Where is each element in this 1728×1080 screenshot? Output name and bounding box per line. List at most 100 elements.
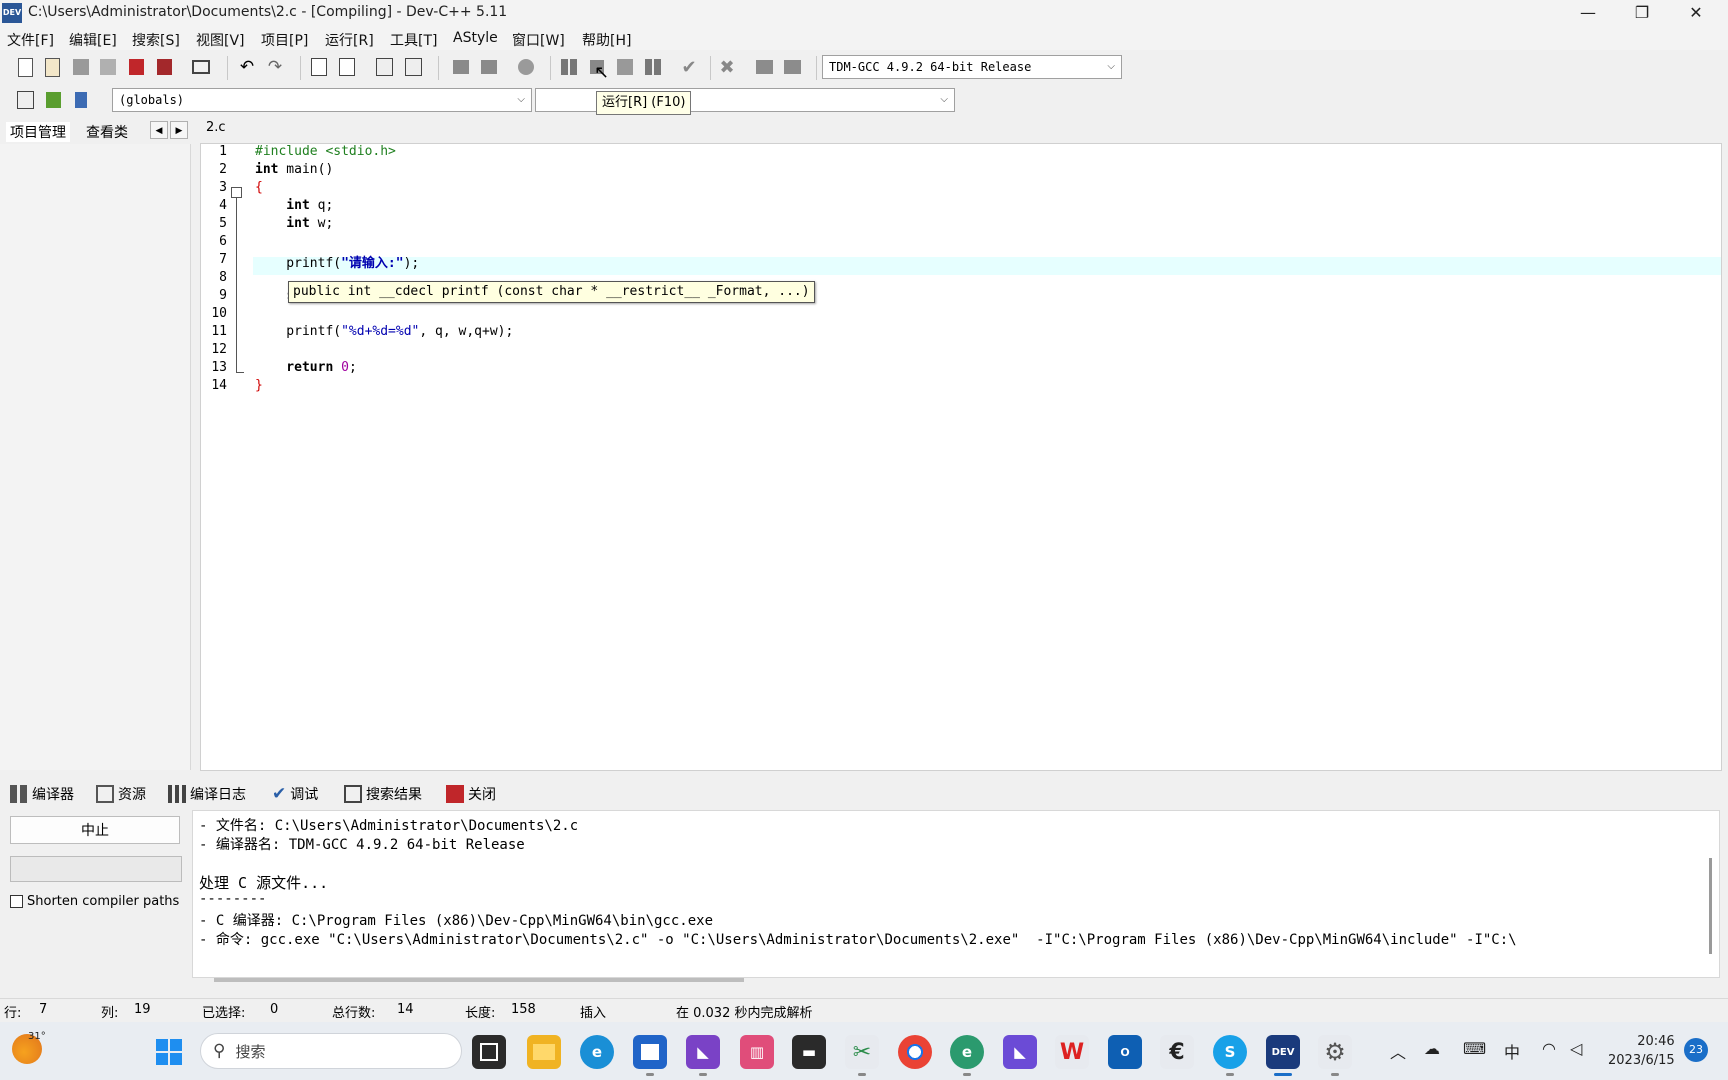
- stop-execution-button[interactable]: ✖: [716, 56, 738, 78]
- tab-next-button[interactable]: ▶: [170, 121, 188, 139]
- close-button[interactable]: ✕: [1670, 0, 1722, 28]
- toolbar-separator: [710, 56, 711, 80]
- menu-window[interactable]: 窗口[W]: [512, 30, 565, 50]
- log-horizontal-scrollbar[interactable]: [214, 978, 744, 982]
- bookmark-button[interactable]: [402, 56, 424, 78]
- task-view-app[interactable]: [472, 1035, 506, 1069]
- store-app[interactable]: [633, 1035, 667, 1076]
- compile-run-button[interactable]: [614, 56, 636, 78]
- tab-project-manager[interactable]: 项目管理: [6, 122, 70, 142]
- close-all-button[interactable]: [153, 56, 175, 78]
- wifi-icon[interactable]: ◠: [1542, 1039, 1556, 1058]
- scope-select[interactable]: (globals) ⌵: [112, 88, 532, 112]
- menu-view[interactable]: 视图[V]: [196, 30, 245, 50]
- save-all-button[interactable]: [97, 56, 119, 78]
- tab-compile-log[interactable]: 编译日志: [168, 784, 246, 804]
- active-indicator: [1274, 1073, 1292, 1076]
- indent-button[interactable]: [478, 56, 500, 78]
- edge-dev-app[interactable]: e: [950, 1035, 984, 1076]
- print-icon: [192, 60, 210, 74]
- goto-definition-button[interactable]: [70, 89, 92, 111]
- menu-project[interactable]: 项目[P]: [261, 30, 308, 50]
- keyboard-icon[interactable]: ⌨: [1463, 1039, 1486, 1058]
- log-vertical-scrollbar[interactable]: [1709, 858, 1712, 954]
- terminal-app[interactable]: ▬: [792, 1035, 826, 1069]
- pink-app[interactable]: ▥: [740, 1035, 774, 1069]
- goto-declaration-button[interactable]: [42, 89, 64, 111]
- tab-prev-button[interactable]: ◀: [150, 121, 168, 139]
- settings-app[interactable]: ⚙: [1318, 1035, 1352, 1076]
- menu-run[interactable]: 运行[R]: [325, 30, 374, 50]
- compiler-select[interactable]: TDM-GCC 4.9.2 64-bit Release ⌵: [822, 55, 1122, 79]
- tab-debug[interactable]: ✔ 调试: [272, 784, 318, 804]
- compile-log[interactable]: - 文件名: C:\Users\Administrator\Documents\…: [192, 810, 1720, 978]
- fold-collapse-icon[interactable]: [231, 187, 242, 198]
- replace-button[interactable]: [336, 56, 358, 78]
- start-button[interactable]: [152, 1035, 186, 1069]
- find-button[interactable]: [308, 56, 330, 78]
- new-file-button[interactable]: [14, 56, 36, 78]
- file-explorer-app[interactable]: [527, 1035, 561, 1069]
- menu-astyle[interactable]: AStyle: [453, 30, 498, 46]
- tab-close[interactable]: 关闭: [446, 784, 496, 804]
- minimize-button[interactable]: —: [1562, 0, 1614, 28]
- tab-compiler[interactable]: 编译器: [10, 784, 74, 804]
- taskbar-search[interactable]: ⚲ 搜索: [200, 1033, 462, 1069]
- shorten-paths-option[interactable]: Shorten compiler paths: [10, 894, 179, 909]
- skype-app[interactable]: S: [1213, 1035, 1247, 1076]
- eclipse-app[interactable]: €: [1160, 1035, 1194, 1069]
- tab-resources[interactable]: 资源: [96, 784, 146, 804]
- maximize-button[interactable]: ❐: [1616, 0, 1668, 28]
- redo-button[interactable]: ↷: [264, 56, 286, 78]
- menu-file[interactable]: 文件[F]: [7, 30, 54, 50]
- code-editor[interactable]: 1 2 3 4 5 6 7 8 9 10 11 12 13 14 #includ…: [200, 143, 1722, 771]
- cloud-icon[interactable]: ☁: [1424, 1039, 1440, 1058]
- code-line-13: return 0;: [255, 360, 356, 375]
- menu-search[interactable]: 搜索[S]: [132, 30, 180, 50]
- print-button[interactable]: [190, 56, 212, 78]
- toggle-comment-button[interactable]: [515, 56, 537, 78]
- code-token: return: [255, 360, 334, 375]
- edge-app[interactable]: e: [580, 1035, 614, 1069]
- chrome-app[interactable]: [898, 1035, 932, 1069]
- notification-badge[interactable]: 23: [1684, 1038, 1708, 1062]
- tab-compile-log-label: 编译日志: [190, 787, 246, 803]
- save-button[interactable]: [70, 56, 92, 78]
- tab-class-view[interactable]: 查看类: [86, 122, 128, 142]
- log-line: - 文件名: C:\Users\Administrator\Documents\…: [199, 818, 579, 834]
- windows-icon: [156, 1039, 182, 1065]
- project-insert-button[interactable]: [14, 89, 36, 111]
- syntax-check-button[interactable]: ✔: [678, 56, 700, 78]
- chevron-up-icon[interactable]: ︿: [1390, 1039, 1406, 1063]
- compile-button[interactable]: [558, 56, 580, 78]
- input-method-indicator[interactable]: 中: [1504, 1039, 1520, 1063]
- menu-edit[interactable]: 编辑[E]: [69, 30, 117, 50]
- unindent-button[interactable]: [450, 56, 472, 78]
- editor-tab-2c[interactable]: 2.c: [206, 120, 226, 142]
- project-tree[interactable]: [0, 144, 191, 770]
- debug-button[interactable]: [753, 56, 775, 78]
- taskbar-clock[interactable]: 20:46 2023/6/15: [1608, 1032, 1675, 1070]
- undo-button[interactable]: ↶: [236, 56, 258, 78]
- menu-help[interactable]: 帮助[H]: [582, 30, 631, 50]
- shorten-paths-checkbox[interactable]: [10, 895, 23, 908]
- visual-studio-code-app[interactable]: ◣: [1003, 1035, 1037, 1069]
- abort-compile-button[interactable]: 中止: [10, 816, 180, 844]
- dev-cpp-app[interactable]: DEV: [1266, 1035, 1300, 1076]
- profile-button[interactable]: [781, 56, 803, 78]
- volume-icon[interactable]: ◁: [1570, 1039, 1582, 1058]
- menu-tools[interactable]: 工具[T]: [390, 30, 437, 50]
- replace-icon: [339, 58, 355, 76]
- open-file-button[interactable]: [41, 56, 63, 78]
- outlook-app[interactable]: O: [1108, 1035, 1142, 1069]
- rebuild-all-button[interactable]: [642, 56, 664, 78]
- visual-studio-app[interactable]: ◣: [686, 1035, 720, 1076]
- wps-app[interactable]: W: [1055, 1035, 1089, 1069]
- status-row-value: 7: [39, 1002, 48, 1017]
- snipping-app[interactable]: ✂: [845, 1035, 879, 1076]
- close-file-button[interactable]: [125, 56, 147, 78]
- goto-line-button[interactable]: [373, 56, 395, 78]
- tab-search-results[interactable]: 搜索结果: [344, 784, 422, 804]
- line-number: 13: [211, 360, 227, 375]
- code-line-5: int w;: [255, 216, 333, 231]
